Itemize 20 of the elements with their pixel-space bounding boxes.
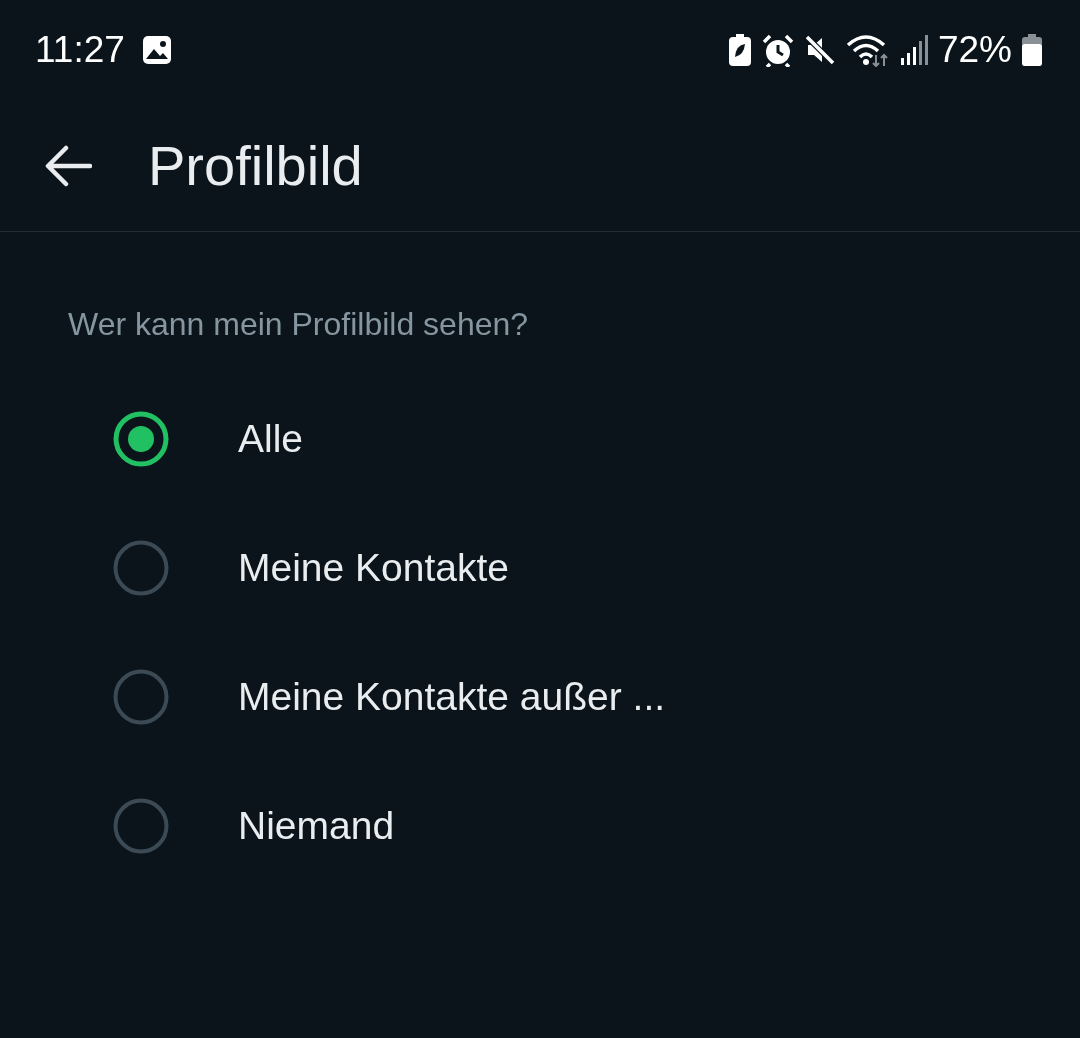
signal-icon (899, 34, 928, 66)
option-label[interactable]: Meine Kontakte außer ... (238, 674, 666, 719)
screen-title: Profilbild (148, 133, 363, 198)
gallery-icon (140, 34, 173, 66)
option-label[interactable]: Meine Kontakte (238, 545, 509, 590)
section-question: Wer kann mein Profilbild sehen? (68, 305, 530, 344)
battery-icon (1022, 34, 1042, 66)
radio-button[interactable] (113, 539, 169, 596)
radio-button[interactable] (113, 668, 169, 725)
back-arrow-icon[interactable] (44, 144, 92, 187)
status-time: 11:27 (35, 29, 125, 71)
option-label[interactable]: Alle (238, 416, 304, 461)
radio-button[interactable] (113, 410, 169, 467)
battery-percent: 72% (937, 29, 1012, 71)
wifi-icon (845, 33, 890, 67)
mute-icon (803, 34, 836, 66)
option-label[interactable]: Niemand (238, 803, 395, 848)
radio-button[interactable] (113, 797, 169, 854)
alarm-icon (761, 33, 794, 67)
battery-saver-icon (727, 33, 752, 67)
